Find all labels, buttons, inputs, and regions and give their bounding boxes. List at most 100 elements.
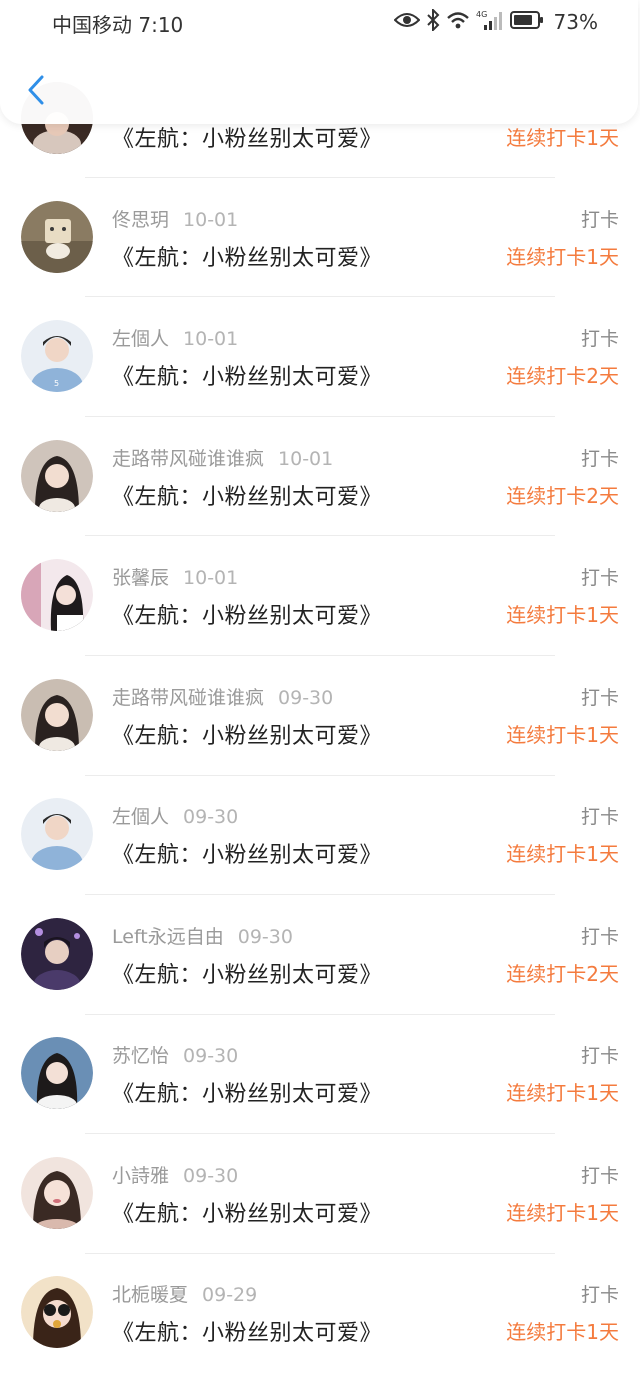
action-label: 打卡 [580, 926, 619, 948]
entry-title: 《左航：小粉丝别太可爱》 [112, 365, 383, 390]
entry-date: 09-30 [183, 806, 239, 828]
user-meta: 佟思玥 10-01 [112, 205, 238, 231]
back-button[interactable] [18, 70, 54, 110]
svg-text:5: 5 [54, 379, 59, 388]
user-name[interactable]: 张馨辰 [112, 567, 169, 589]
user-avatar[interactable]: 5 [21, 320, 93, 392]
row-divider [85, 655, 555, 656]
entry-title: 《左航：小粉丝别太可爱》 [112, 1082, 383, 1107]
status-icons: 4G 73% [393, 7, 598, 37]
list-item[interactable]: 佟思玥 10-01 《左航：小粉丝别太可爱》 打卡 连续打卡1天 [0, 201, 640, 320]
user-meta: 左個人 10-01 [112, 324, 238, 350]
entry-date: 10-01 [183, 209, 239, 231]
checkin-list: 《左航：小粉丝别太可爱》 连续打卡1天 佟思玥 10-01 《左航：小粉丝别太可爱… [0, 0, 640, 1387]
entry-date: 09-30 [278, 687, 334, 709]
action-label: 打卡 [580, 806, 619, 828]
list-item[interactable]: 北栀暖夏 09-29 《左航：小粉丝别太可爱》 打卡 连续打卡1天 [0, 1276, 640, 1387]
user-avatar[interactable] [21, 798, 93, 870]
row-divider [85, 1133, 555, 1134]
row-divider [85, 894, 555, 895]
user-name[interactable]: 北栀暖夏 [112, 1284, 188, 1306]
list-item[interactable]: 左個人 09-30 《左航：小粉丝别太可爱》 打卡 连续打卡1天 [0, 798, 640, 917]
eye-icon [393, 11, 420, 33]
row-divider [85, 416, 555, 417]
entry-date: 10-01 [183, 567, 239, 589]
battery-percent: 73% [553, 10, 598, 34]
streak-label: 连续打卡1天 [506, 842, 619, 866]
battery-icon [509, 11, 544, 33]
action-label: 打卡 [580, 687, 619, 709]
action-label: 打卡 [580, 567, 619, 589]
list-item[interactable]: Left永远自由 09-30 《左航：小粉丝别太可爱》 打卡 连续打卡2天 [0, 918, 640, 1037]
list-item[interactable]: 张馨辰 10-01 《左航：小粉丝别太可爱》 打卡 连续打卡1天 [0, 559, 640, 678]
user-avatar[interactable] [21, 1157, 93, 1229]
list-item[interactable]: 走路带风碰谁谁疯 09-30 《左航：小粉丝别太可爱》 打卡 连续打卡1天 [0, 679, 640, 798]
user-avatar[interactable] [21, 918, 93, 990]
wifi-icon [446, 10, 470, 34]
user-name[interactable]: 左個人 [112, 806, 169, 828]
streak-label: 连续打卡1天 [506, 126, 619, 150]
entry-title: 《左航：小粉丝别太可爱》 [112, 724, 383, 749]
user-avatar[interactable] [21, 1037, 93, 1109]
chevron-left-icon [28, 75, 44, 105]
entry-date: 09-30 [183, 1045, 239, 1067]
action-label: 打卡 [580, 448, 619, 470]
entry-title: 《左航：小粉丝别太可爱》 [112, 1202, 383, 1227]
list-item[interactable]: 走路带风碰谁谁疯 10-01 《左航：小粉丝别太可爱》 打卡 连续打卡2天 [0, 440, 640, 559]
streak-label: 连续打卡1天 [506, 1320, 619, 1344]
list-item[interactable]: 5 左個人 10-01 《左航：小粉丝别太可爱》 打卡 连续打卡2天 [0, 320, 640, 439]
row-divider [85, 177, 555, 178]
user-name[interactable]: 小詩雅 [112, 1165, 169, 1187]
streak-label: 连续打卡2天 [506, 484, 619, 508]
user-name[interactable]: 左個人 [112, 328, 169, 350]
user-meta: 走路带风碰谁谁疯 10-01 [112, 444, 333, 470]
user-avatar[interactable] [21, 1276, 93, 1348]
row-divider [85, 775, 555, 776]
user-name[interactable]: 佟思玥 [112, 209, 169, 231]
entry-title: 《左航：小粉丝别太可爱》 [112, 963, 383, 988]
streak-label: 连续打卡1天 [506, 1201, 619, 1225]
action-label: 打卡 [580, 1165, 619, 1187]
streak-label: 连续打卡1天 [506, 245, 619, 269]
streak-label: 连续打卡2天 [506, 364, 619, 388]
user-meta: Left永远自由 09-30 [112, 922, 293, 948]
list-item[interactable]: 苏忆怡 09-30 《左航：小粉丝别太可爱》 打卡 连续打卡1天 [0, 1037, 640, 1156]
entry-title: 《左航：小粉丝别太可爱》 [112, 604, 383, 629]
streak-label: 连续打卡2天 [506, 962, 619, 986]
list-item[interactable]: 小詩雅 09-30 《左航：小粉丝别太可爱》 打卡 连续打卡1天 [0, 1157, 640, 1276]
top-header: 中国移动 7:10 4G 73% [0, 0, 638, 124]
user-name[interactable]: Left永远自由 [112, 926, 224, 948]
svg-text:4G: 4G [476, 10, 487, 19]
user-name[interactable]: 苏忆怡 [112, 1045, 169, 1067]
user-meta: 左個人 09-30 [112, 802, 238, 828]
user-name[interactable]: 走路带风碰谁谁疯 [112, 687, 264, 709]
row-divider [85, 535, 555, 536]
streak-label: 连续打卡1天 [506, 1081, 619, 1105]
user-meta: 走路带风碰谁谁疯 09-30 [112, 683, 333, 709]
entry-date: 09-29 [202, 1284, 258, 1306]
entry-date: 09-30 [237, 926, 293, 948]
entry-date: 09-30 [183, 1165, 239, 1187]
entry-title: 《左航：小粉丝别太可爱》 [112, 127, 383, 152]
action-label: 打卡 [580, 328, 619, 350]
user-meta: 张馨辰 10-01 [112, 563, 238, 589]
entry-title: 《左航：小粉丝别太可爱》 [112, 1321, 383, 1346]
bluetooth-icon [426, 7, 440, 35]
entry-title: 《左航：小粉丝别太可爱》 [112, 246, 383, 271]
user-meta: 北栀暖夏 09-29 [112, 1280, 257, 1306]
user-avatar[interactable] [21, 679, 93, 751]
entry-title: 《左航：小粉丝别太可爱》 [112, 843, 383, 868]
entry-date: 10-01 [278, 448, 334, 470]
action-label: 打卡 [580, 1284, 619, 1306]
row-divider [85, 296, 555, 297]
streak-label: 连续打卡1天 [506, 723, 619, 747]
user-avatar[interactable] [21, 559, 93, 631]
entry-title: 《左航：小粉丝别太可爱》 [112, 485, 383, 510]
action-label: 打卡 [580, 209, 619, 231]
user-avatar[interactable] [21, 440, 93, 512]
cellular-signal-icon: 4G [476, 9, 504, 35]
user-name[interactable]: 走路带风碰谁谁疯 [112, 448, 264, 470]
entry-date: 10-01 [183, 328, 239, 350]
row-divider [85, 1014, 555, 1015]
user-avatar[interactable] [21, 201, 93, 273]
